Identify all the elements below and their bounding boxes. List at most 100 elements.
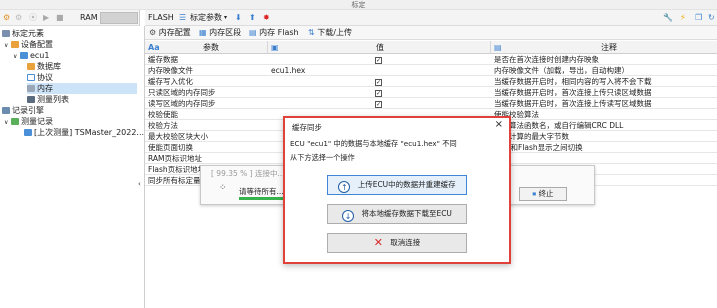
param-column-header[interactable]: Aa 参数 — [145, 41, 268, 54]
chevron-down-icon[interactable]: ∨ — [4, 119, 8, 126]
comment-cell: 是否在首次连接时创建内存映象 — [494, 55, 599, 64]
table-row[interactable]: 缓存数据 ✓ 是否在首次连接时创建内存映象 — [145, 55, 717, 65]
connect-icon[interactable]: ⚙ — [3, 13, 10, 23]
disconnect-icon[interactable]: ⚙ — [15, 13, 22, 23]
transfer-icon: ⇅ — [308, 28, 315, 37]
right-toolbar: FLASH ☰ 标定参数 ▾ ⬇ ⬆ ✸ 🔧 ⚡ ❐ ↻ — [145, 10, 717, 26]
arrow-up-icon[interactable]: ⬆ — [249, 13, 256, 23]
checkbox[interactable]: ✓ — [375, 57, 382, 64]
progress-message: 请等待所有... — [239, 187, 284, 196]
checkbox[interactable]: ✓ — [375, 90, 382, 97]
tab-label: 下载/上传 — [317, 28, 352, 37]
stop-icon[interactable]: ■ — [56, 13, 64, 23]
window-title: 标定 — [0, 0, 717, 10]
bug-icon[interactable]: ✸ — [263, 13, 270, 23]
tree-item-record-item[interactable]: [上次测量] TSMaster_2022... — [24, 127, 144, 138]
param-cell: 内存映像文件 — [148, 66, 193, 75]
comment-cell: 校验算法函数名，或自行编辑CRC DLL — [494, 121, 624, 130]
comment-cell: RAM和Flash显示之间切换 — [494, 143, 583, 152]
comment-column-header[interactable]: ▤ 注释 — [491, 41, 717, 54]
download-to-ecu-button[interactable]: ↓ 将本地缓存数据下载至ECU — [327, 204, 467, 224]
lightning-icon[interactable]: ⚡ — [680, 13, 686, 23]
list-icon — [2, 30, 10, 37]
tree-item-record-engine[interactable]: 记录引擎 — [2, 105, 44, 116]
left-toolbar: ⚙ ⚙ ⦿ ▶ ■ RAM — [0, 10, 140, 26]
tab-memory-config[interactable]: ⚙ 内存配置 — [149, 28, 191, 38]
comment-cell: 校验计算的最大字节数 — [494, 132, 569, 141]
chevron-down-icon[interactable]: ▾ — [224, 13, 227, 23]
checkbox[interactable]: ✓ — [375, 79, 382, 86]
value-type-icon: ▣ — [271, 43, 279, 52]
tree-item-measure-list[interactable]: 测量列表 — [27, 94, 69, 105]
tab-label: 内存配置 — [158, 28, 191, 37]
param-cell: 校验方法 — [148, 121, 178, 130]
tree-item-memory[interactable]: 内存 — [27, 83, 137, 94]
calib-params-button[interactable]: 标定参数 — [190, 13, 222, 23]
value-cell[interactable]: ecu1.hex — [271, 66, 489, 76]
tab-download-upload[interactable]: ⇅ 下载/上传 — [308, 28, 352, 38]
device-icon — [10, 41, 19, 48]
comment-cell: 当缓存数据开启时，首次连接上传读写区域数据 — [494, 99, 652, 108]
upload-rebuild-button[interactable]: ↑ 上传ECU中的数据并重建缓存 — [327, 175, 467, 195]
measure-list-icon — [27, 96, 35, 103]
tree-item-protocol[interactable]: 协议 — [27, 72, 53, 83]
param-cell: RAM页标识地址 — [148, 154, 203, 163]
tree-item-device-config[interactable]: ∨ 设备配置 — [4, 39, 53, 50]
segment-icon: ▦ — [199, 28, 207, 37]
ecu-icon — [19, 52, 28, 59]
value-column-header[interactable]: ▣ 值 — [268, 41, 491, 54]
value-cell[interactable]: ✓ — [271, 77, 489, 87]
value-cell[interactable]: ✓ — [271, 99, 489, 109]
calibration-tree: 标定元素 ∨ 设备配置 ∨ ecu1 数据库 协议 内存 测量列表 记录引擎 ∨… — [0, 26, 145, 308]
table-row[interactable]: 只读区域的内存同步 ✓ 当缓存数据开启时，首次连接上传只读区域数据 — [145, 88, 717, 98]
cancel-x-icon: ✕ — [373, 236, 383, 249]
value-cell[interactable]: ✓ — [271, 88, 489, 98]
tab-bar: ⚙ 内存配置 ▦ 内存区段 ▤ 内存 Flash ⇅ 下载/上传 — [145, 26, 717, 40]
param-cell: 使能页面切换 — [148, 143, 193, 152]
refresh-icon[interactable]: ↻ — [708, 13, 715, 23]
chevron-down-icon[interactable]: ∨ — [4, 42, 8, 49]
copy-icon[interactable]: ❐ — [695, 13, 702, 23]
ram-label: RAM — [80, 13, 98, 22]
splitter-collapse-icon[interactable]: ‹ — [138, 180, 141, 188]
table-row[interactable]: 缓存写入优化 ✓ 当缓存数据开启时，相同内容的写入将不会下载 — [145, 77, 717, 87]
comment-cell: 当缓存数据开启时，首次连接上传只读区域数据 — [494, 88, 652, 97]
dialog-message-line2: 从下方选择一个操作 — [290, 153, 355, 162]
tree-item-database[interactable]: 数据库 — [27, 61, 61, 72]
protocol-icon — [27, 74, 35, 81]
stop-button[interactable]: ⏹ 终止 — [519, 187, 567, 201]
dialog-title: 缓存同步 — [292, 123, 322, 132]
close-icon[interactable]: × — [495, 119, 503, 130]
cancel-connect-button[interactable]: ✕ 取消连接 — [327, 233, 467, 253]
arrow-down-icon[interactable]: ⬇ — [235, 13, 242, 23]
param-cell: 缓存写入优化 — [148, 77, 193, 86]
param-cell: 最大校验区块大小 — [148, 132, 208, 141]
table-row[interactable]: 内存映像文件 ecu1.hex 内存映像文件（加载，导出，自动构建） — [145, 66, 717, 76]
checkbox[interactable]: ✓ — [375, 101, 382, 108]
tab-memory-flash[interactable]: ▤ 内存 Flash — [249, 28, 299, 38]
tab-memory-segment[interactable]: ▦ 内存区段 — [199, 28, 241, 38]
comment-cell: 地址 — [494, 154, 716, 164]
comment-cell: 使能校验算法 — [494, 110, 539, 119]
chevron-down-icon[interactable]: ∨ — [13, 53, 17, 60]
tab-label: 内存 Flash — [259, 28, 299, 37]
record-icon[interactable]: ⦿ — [29, 13, 37, 23]
param-cell: 校验使能 — [148, 110, 178, 119]
gear-icon: ⚙ — [149, 28, 157, 37]
comment-type-icon: ▤ — [494, 43, 502, 52]
play-icon[interactable]: ▶ — [43, 13, 49, 23]
tree-item-measure-record[interactable]: ∨ 测量记录 — [4, 116, 53, 127]
wrench-icon[interactable]: 🔧 — [663, 13, 673, 23]
tree-item-ecu[interactable]: ∨ ecu1 — [13, 50, 49, 61]
flash-icon: ▤ — [249, 28, 257, 37]
tree-item-root[interactable]: 标定元素 — [2, 28, 44, 39]
progress-title: [ 99.35 % ] 连接中... — [211, 169, 285, 178]
memory-icon — [27, 85, 35, 92]
table-row[interactable]: 读写区域的内存同步 ✓ 当缓存数据开启时，首次连接上传读写区域数据 — [145, 99, 717, 109]
ram-page-box[interactable] — [100, 12, 138, 24]
upload-arrow-icon: ↑ — [338, 181, 351, 193]
tab-label: 内存区段 — [209, 28, 242, 37]
dialog-message-line1: ECU "ecu1" 中的数据与本地缓存 "ecu1.hex" 不同 — [290, 139, 457, 148]
param-cell: 读写区域的内存同步 — [148, 99, 216, 108]
value-cell[interactable]: ✓ — [271, 55, 489, 65]
